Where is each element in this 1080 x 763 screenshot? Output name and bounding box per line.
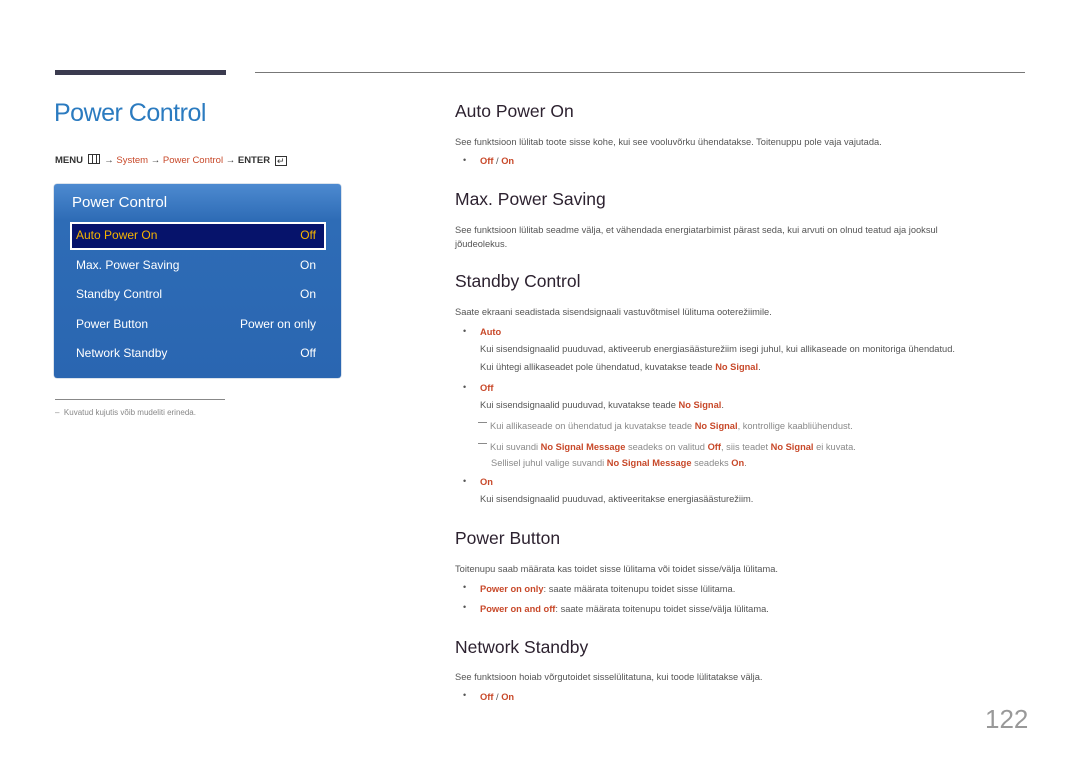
text: Kui suvandi: [490, 442, 541, 452]
network-standby-desc: See funktsioon hoiab võrgutoidet sisselü…: [455, 672, 763, 682]
header-rule: [255, 72, 1025, 73]
breadcrumb-power-control: Power Control: [162, 155, 224, 166]
no-signal-message-term: No Signal Message: [540, 442, 626, 452]
text: : saate määrata toitenupu toidet sisse l…: [543, 584, 736, 594]
osd-item-label: Auto Power On: [76, 228, 158, 242]
option-off: Off: [480, 383, 494, 393]
text: .: [758, 362, 761, 372]
auto-line-1: Kui sisendsignaalid puuduvad, aktiveerub…: [480, 344, 955, 354]
bullet-icon: •: [463, 382, 467, 392]
bullet-icon: •: [463, 155, 467, 165]
bullet-icon: •: [463, 582, 467, 592]
text: , kontrollige kaabliühendust.: [737, 421, 853, 431]
on-line-1: Kui sisendsignaalid puuduvad, aktiveerit…: [480, 494, 754, 504]
network-standby-options: Off / On: [480, 690, 514, 704]
auto-line-2: Kui ühtegi allikaseadet pole ühendatud, …: [480, 360, 761, 374]
text: Kui sisendsignaalid puuduvad, kuvatakse …: [480, 400, 679, 410]
section-heading-standby-control: Standby Control: [455, 271, 581, 291]
off-note-2: Kui suvandi No Signal Message seadeks on…: [478, 440, 856, 454]
osd-item-value: Power on only: [239, 317, 316, 331]
header-bar: [55, 70, 226, 75]
no-signal-term: No Signal: [770, 442, 814, 452]
text: .: [721, 400, 724, 410]
section-heading-network-standby: Network Standby: [455, 637, 589, 657]
max-power-saving-desc-2: jõudeolekus.: [455, 239, 508, 249]
off-line-1: Kui sisendsignaalid puuduvad, kuvatakse …: [480, 398, 724, 412]
option-auto: Auto: [480, 327, 502, 337]
text: Sellisel juhul valige suvandi: [491, 458, 607, 468]
footnote-text: Kuvatud kujutis võib mudeliti erineda.: [63, 408, 196, 417]
enter-icon: ↵: [274, 156, 287, 166]
no-signal-term: No Signal: [715, 362, 759, 372]
standby-control-desc: Saate ekraani seadistada sisendsignaali …: [455, 307, 772, 317]
no-signal-message-term: No Signal Message: [606, 458, 692, 468]
page-number: 122: [985, 704, 1029, 734]
osd-title: Power Control: [72, 194, 168, 211]
osd-menu-panel: Power Control Auto Power On Off Max. Pow…: [54, 184, 341, 378]
text: Kui allikaseade on ühendatud ja kuvataks…: [490, 421, 695, 431]
bullet-icon: •: [463, 602, 467, 612]
off-note-1: Kui allikaseade on ühendatud ja kuvataks…: [478, 419, 853, 433]
page-title: Power Control: [54, 99, 206, 127]
breadcrumb-arrow: →: [150, 155, 161, 166]
section-heading-max-power-saving: Max. Power Saving: [455, 189, 606, 209]
option-on: On: [501, 692, 515, 702]
max-power-saving-desc-1: See funktsioon lülitab seadme välja, et …: [455, 225, 938, 235]
text: .: [744, 458, 747, 468]
power-button-option-2: Power on and off: saate määrata toitenup…: [480, 602, 769, 616]
off-term: Off: [707, 442, 722, 452]
power-on-and-off-term: Power on and off: [480, 604, 556, 614]
osd-item-value: On: [299, 287, 316, 301]
auto-power-on-desc: See funktsioon lülitab toote sisse kohe,…: [455, 137, 882, 147]
breadcrumb: MENU → System → Power Control → ENTER ↵: [55, 154, 289, 166]
bullet-icon: •: [463, 326, 467, 336]
note-dash-icon: [478, 422, 487, 423]
osd-item-label: Max. Power Saving: [76, 258, 180, 272]
power-on-only-term: Power on only: [480, 584, 544, 594]
osd-item-standby-control[interactable]: Standby Control On: [71, 282, 325, 308]
note-dash-icon: [478, 443, 487, 444]
footnote-divider: [55, 399, 225, 400]
osd-item-power-button[interactable]: Power Button Power on only: [71, 312, 325, 338]
breadcrumb-enter: ENTER: [237, 155, 271, 166]
option-off: Off: [480, 692, 494, 702]
bullet-icon: •: [463, 476, 467, 486]
on-term: On: [731, 458, 745, 468]
osd-item-label: Power Button: [76, 317, 149, 331]
text: , siis teadet: [721, 442, 771, 452]
breadcrumb-arrow: →: [104, 155, 114, 166]
text: seadeks: [691, 458, 732, 468]
text: seadeks on valitud: [625, 442, 708, 452]
osd-item-value: On: [299, 258, 316, 272]
option-on: On: [501, 156, 515, 166]
power-button-desc: Toitenupu saab määrata kas toidet sisse …: [455, 564, 778, 574]
osd-item-label: Standby Control: [76, 287, 163, 301]
section-heading-power-button: Power Button: [455, 528, 561, 548]
power-button-option-1: Power on only: saate määrata toitenupu t…: [480, 582, 735, 596]
osd-item-max-power-saving[interactable]: Max. Power Saving On: [71, 253, 325, 279]
no-signal-term: No Signal: [678, 400, 722, 410]
menu-icon: [87, 154, 100, 164]
osd-item-auto-power-on[interactable]: Auto Power On Off: [70, 222, 326, 250]
breadcrumb-system: System: [116, 155, 149, 166]
text: : saate määrata toitenupu toidet sisse/v…: [555, 604, 769, 614]
text: Kui ühtegi allikaseadet pole ühendatud, …: [480, 362, 716, 372]
bullet-icon: •: [463, 690, 467, 700]
breadcrumb-arrow: →: [225, 155, 236, 166]
osd-item-network-standby[interactable]: Network Standby Off: [71, 341, 325, 367]
off-note-3: Sellisel juhul valige suvandi No Signal …: [491, 456, 747, 470]
option-off: Off: [480, 156, 494, 166]
footnote: – Kuvatud kujutis võib mudeliti erineda.: [55, 408, 196, 417]
auto-power-on-options: Off / On: [480, 154, 514, 168]
osd-item-value: Off: [300, 228, 316, 242]
option-on: On: [480, 477, 493, 487]
text: ei kuvata.: [813, 442, 856, 452]
section-heading-auto-power-on: Auto Power On: [455, 101, 574, 121]
osd-item-value: Off: [300, 346, 316, 360]
breadcrumb-menu: MENU: [55, 155, 83, 166]
osd-item-label: Network Standby: [76, 346, 168, 360]
no-signal-term: No Signal: [694, 421, 738, 431]
